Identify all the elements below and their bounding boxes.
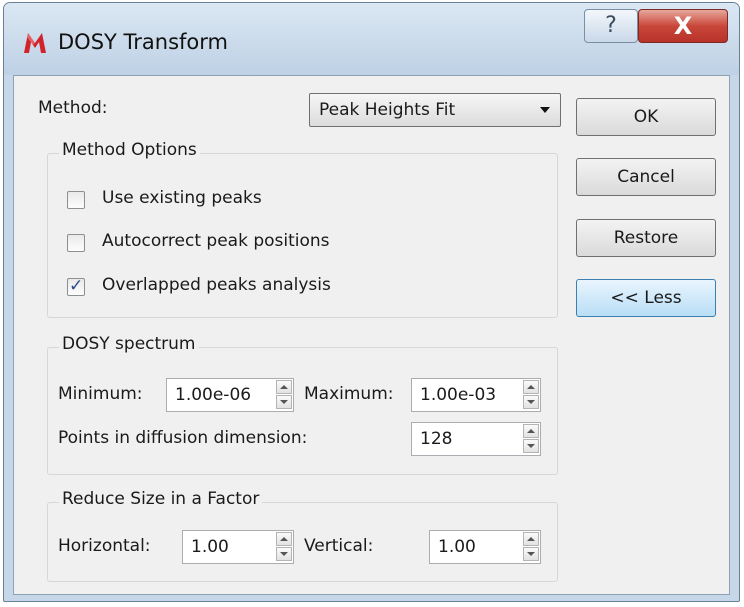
overlapped-peaks-analysis-label[interactable]: Overlapped peaks analysis xyxy=(102,275,331,295)
autocorrect-peak-positions-checkbox[interactable] xyxy=(67,234,85,252)
chevron-down-icon xyxy=(540,107,550,113)
spin-up-icon[interactable] xyxy=(523,380,539,394)
vertical-spinbox[interactable]: 1.00 xyxy=(429,530,541,564)
points-spin-arrows[interactable] xyxy=(523,424,539,454)
less-button[interactable]: << Less xyxy=(576,279,716,317)
vertical-label: Vertical: xyxy=(304,536,374,556)
mnova-m-icon xyxy=(24,33,46,53)
dialog-window: DOSY Transform ? X Method: Peak Heights … xyxy=(3,2,740,602)
minimum-value: 1.00e-06 xyxy=(175,385,252,405)
close-icon: X xyxy=(673,12,693,40)
dosy-spectrum-title: DOSY spectrum xyxy=(59,334,199,354)
checkmark-icon: ✓ xyxy=(69,276,84,296)
points-label: Points in diffusion dimension: xyxy=(58,428,308,448)
method-dropdown-value: Peak Heights Fit xyxy=(319,100,456,120)
spin-down-icon[interactable] xyxy=(276,547,292,561)
points-value: 128 xyxy=(420,429,453,449)
title-bar[interactable]: DOSY Transform ? X xyxy=(4,3,739,75)
maximum-label: Maximum: xyxy=(304,384,394,404)
vertical-value: 1.00 xyxy=(438,537,476,557)
spin-down-icon[interactable] xyxy=(523,395,539,409)
minimum-spin-arrows[interactable] xyxy=(276,380,292,410)
vertical-spin-arrows[interactable] xyxy=(523,532,539,562)
use-existing-peaks-label[interactable]: Use existing peaks xyxy=(102,188,262,208)
maximum-spin-arrows[interactable] xyxy=(523,380,539,410)
help-icon: ? xyxy=(605,13,617,38)
horizontal-value: 1.00 xyxy=(191,537,229,557)
horizontal-label: Horizontal: xyxy=(58,536,151,556)
spin-down-icon[interactable] xyxy=(276,395,292,409)
cancel-button[interactable]: Cancel xyxy=(576,158,716,196)
spin-up-icon[interactable] xyxy=(523,424,539,438)
window-title: DOSY Transform xyxy=(58,30,228,54)
minimum-label: Minimum: xyxy=(58,384,143,404)
maximum-value: 1.00e-03 xyxy=(420,385,497,405)
spin-up-icon[interactable] xyxy=(276,380,292,394)
ok-button[interactable]: OK xyxy=(576,98,716,136)
points-spinbox[interactable]: 128 xyxy=(411,422,541,456)
overlapped-peaks-analysis-checkbox[interactable]: ✓ xyxy=(67,276,85,296)
minimum-spinbox[interactable]: 1.00e-06 xyxy=(166,378,294,412)
maximum-spinbox[interactable]: 1.00e-03 xyxy=(411,378,541,412)
horizontal-spinbox[interactable]: 1.00 xyxy=(182,530,294,564)
reduce-size-title: Reduce Size in a Factor xyxy=(59,489,263,509)
dialog-body: Method: Peak Heights Fit Method Options … xyxy=(13,75,730,595)
spin-up-icon[interactable] xyxy=(276,532,292,546)
horizontal-spin-arrows[interactable] xyxy=(276,532,292,562)
method-label: Method: xyxy=(38,98,108,118)
close-button[interactable]: X xyxy=(638,9,728,43)
spin-down-icon[interactable] xyxy=(523,547,539,561)
spin-up-icon[interactable] xyxy=(523,532,539,546)
method-options-title: Method Options xyxy=(59,140,200,160)
restore-button[interactable]: Restore xyxy=(576,219,716,257)
use-existing-peaks-checkbox[interactable] xyxy=(67,191,85,209)
method-dropdown[interactable]: Peak Heights Fit xyxy=(309,93,561,127)
help-button[interactable]: ? xyxy=(584,9,638,43)
autocorrect-peak-positions-label[interactable]: Autocorrect peak positions xyxy=(102,231,330,251)
spin-down-icon[interactable] xyxy=(523,439,539,453)
